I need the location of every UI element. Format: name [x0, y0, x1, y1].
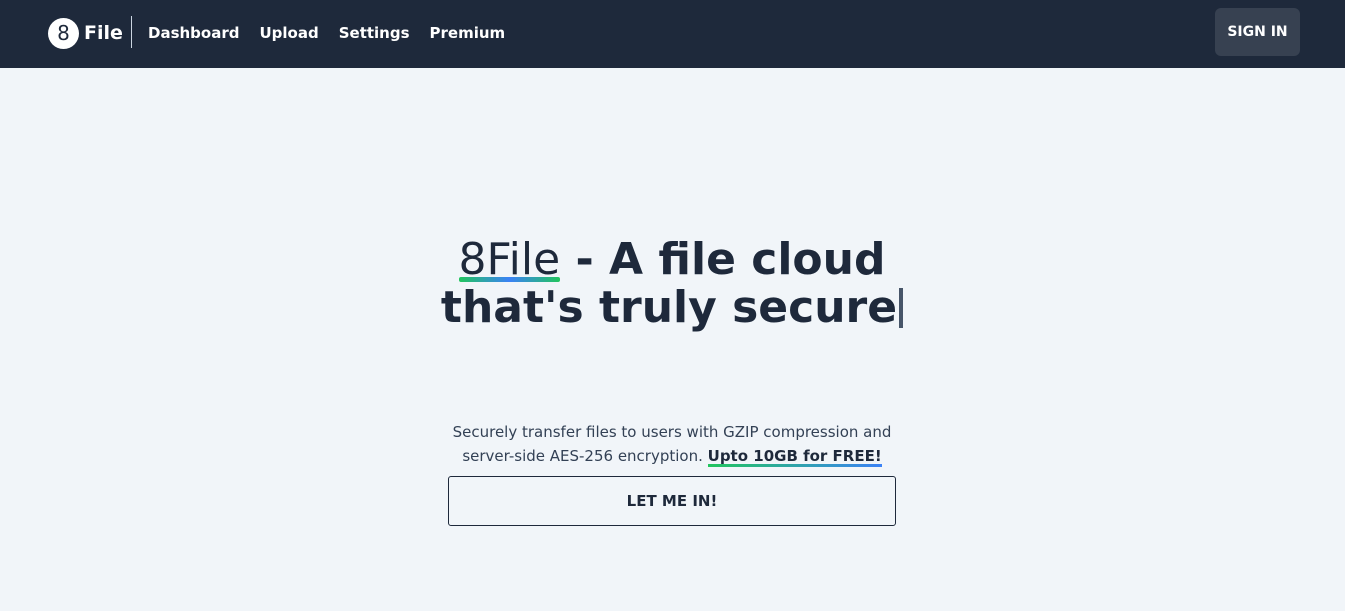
sign-in-button[interactable]: SIGN IN: [1215, 8, 1300, 56]
hero-title: 8File - A file cloud that's truly secure: [422, 236, 922, 332]
nav-link-settings[interactable]: Settings: [339, 24, 410, 42]
nav-link-dashboard[interactable]: Dashboard: [148, 24, 239, 42]
hero-subtitle: Securely transfer files to users with GZ…: [447, 420, 897, 468]
nav-link-upload[interactable]: Upload: [259, 24, 318, 42]
top-navbar: 8 File Dashboard Upload Settings Premium…: [0, 0, 1345, 68]
nav-link-premium[interactable]: Premium: [430, 24, 506, 42]
free-tier-highlight: Upto 10GB for FREE!: [707, 444, 882, 468]
typing-caret: [899, 288, 904, 328]
nav-divider: [131, 16, 132, 48]
let-me-in-button[interactable]: LET ME IN!: [448, 476, 896, 526]
brand-logo[interactable]: 8 File: [48, 17, 123, 49]
brand-label: File: [84, 22, 123, 44]
hero-title-brand: 8File: [458, 234, 561, 285]
brand-icon: 8: [48, 17, 79, 49]
nav-links: Dashboard Upload Settings Premium: [148, 22, 525, 44]
hero-content: 8File - A file cloud that's truly secure: [422, 236, 922, 332]
